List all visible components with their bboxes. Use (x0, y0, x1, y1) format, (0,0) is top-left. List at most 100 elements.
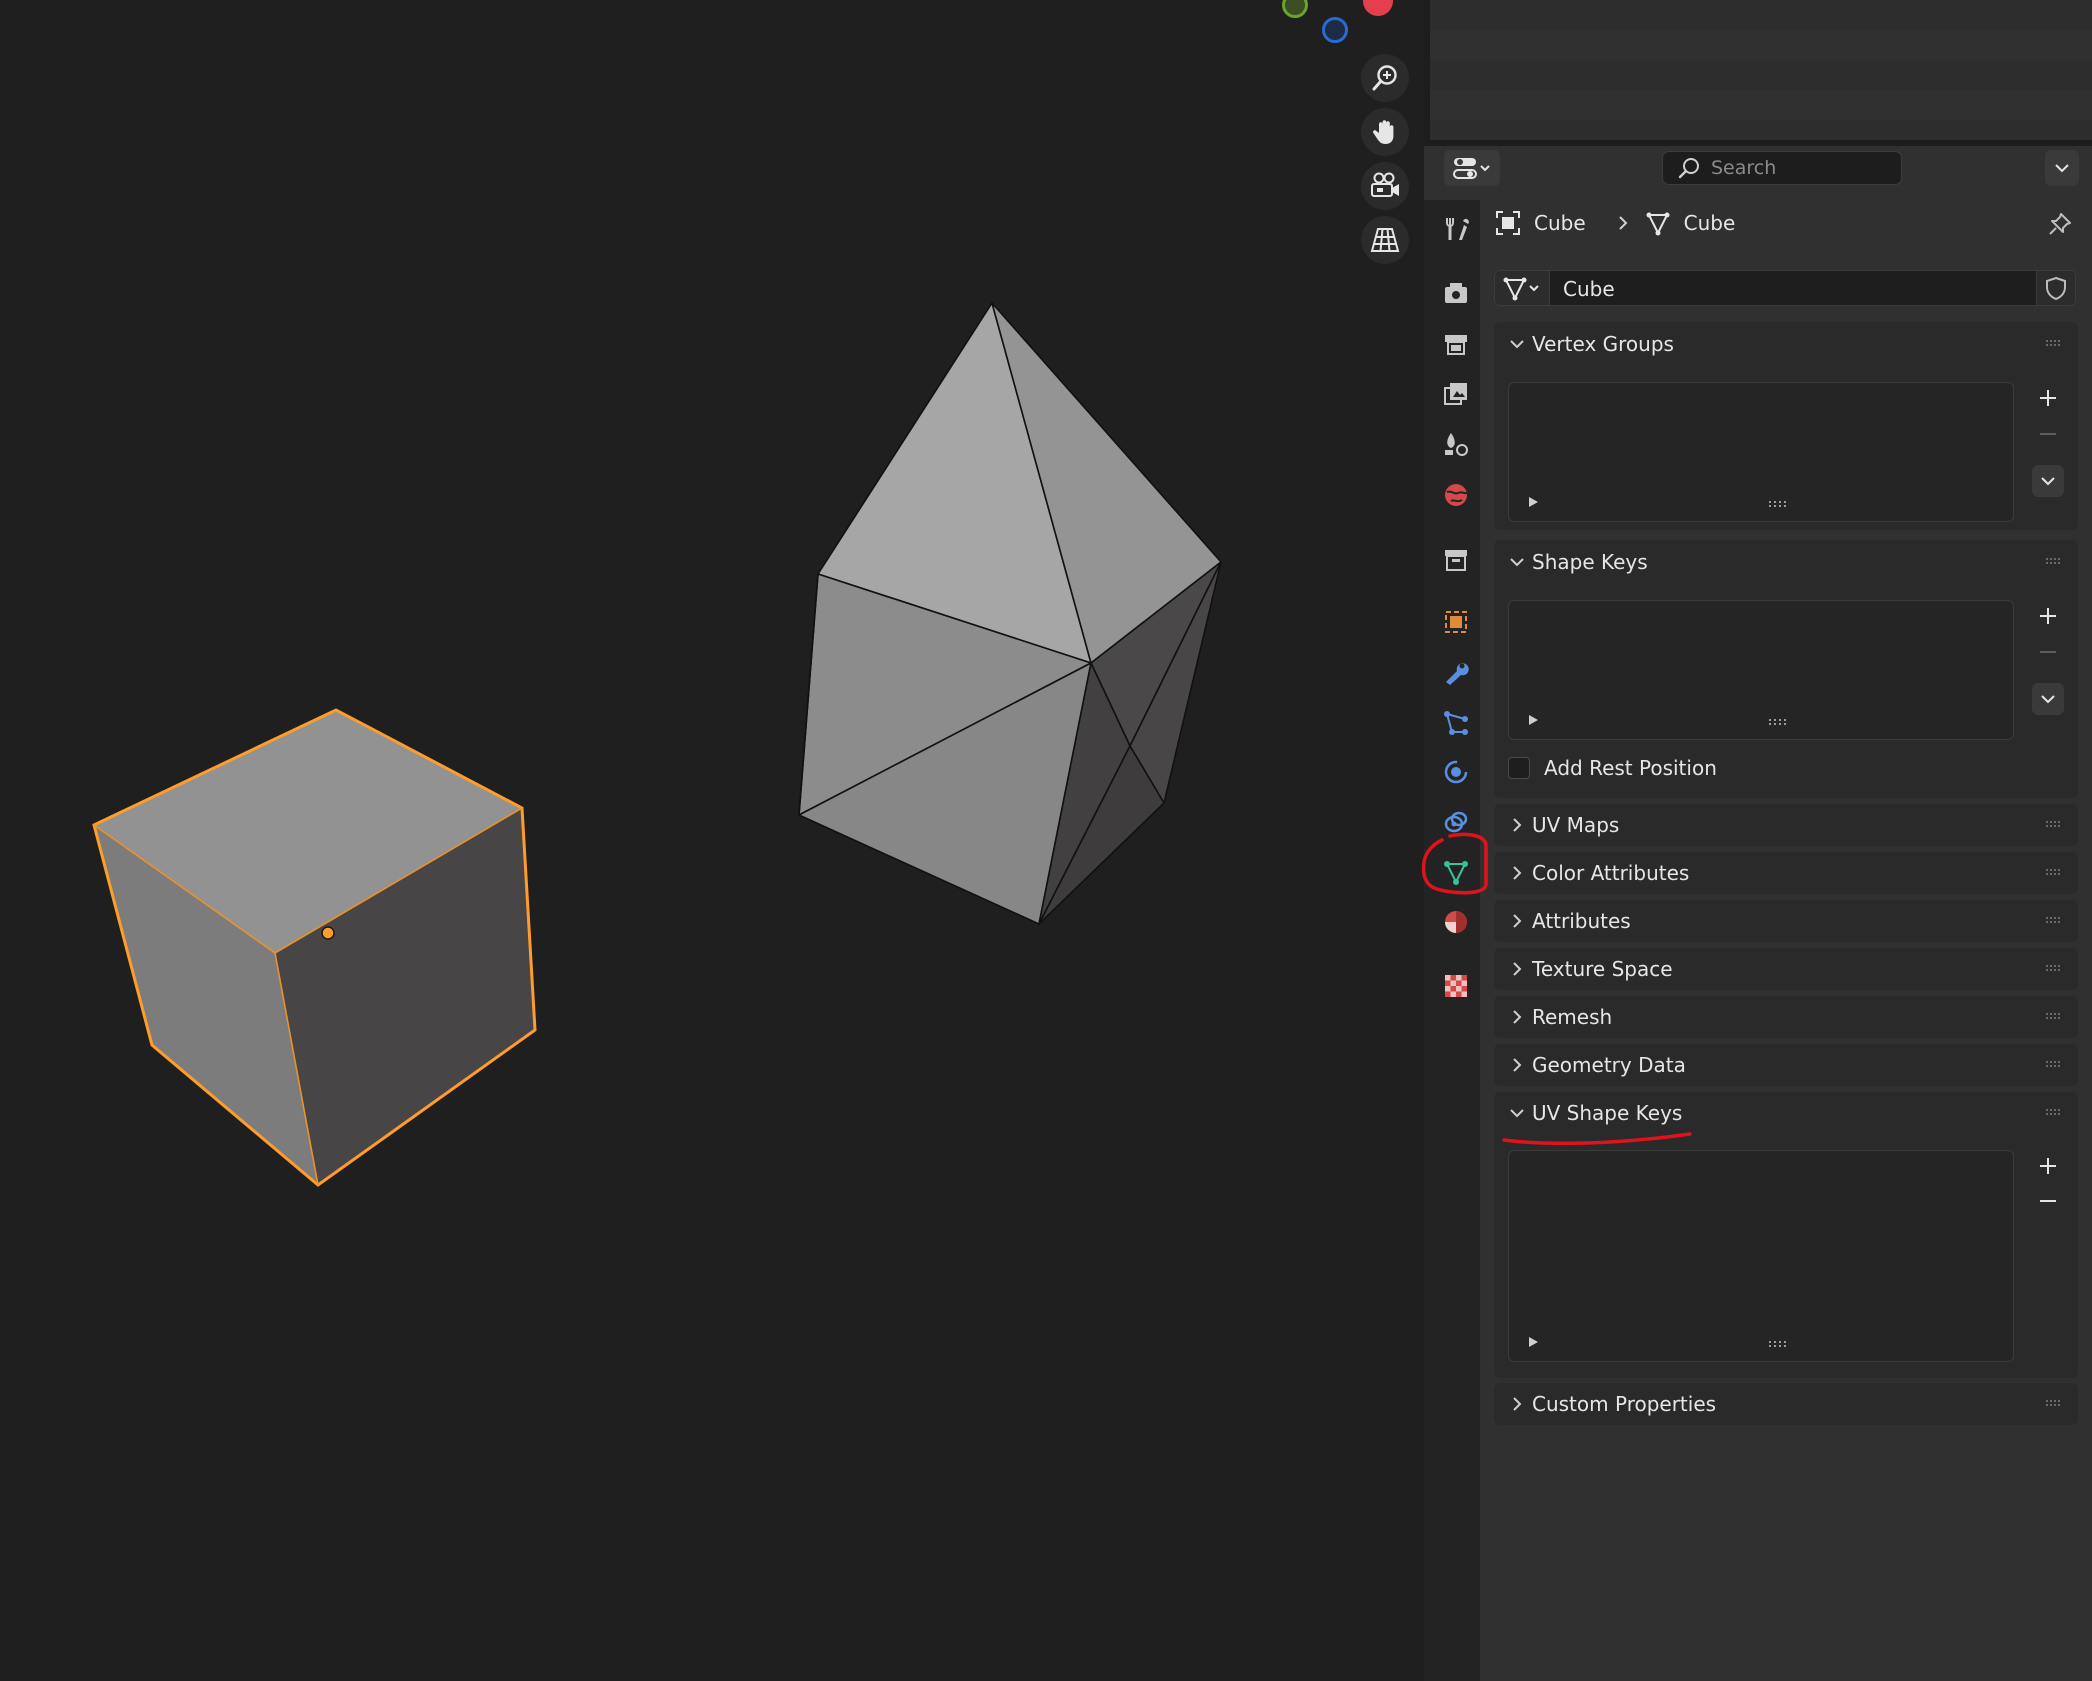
panel-header-remesh[interactable]: Remesh (1494, 996, 2078, 1038)
panel-header-attributes[interactable]: Attributes (1494, 900, 2078, 942)
panel-header-uv-shape-keys[interactable]: UV Shape Keys (1494, 1092, 2078, 1134)
tab-modifiers[interactable] (1430, 649, 1482, 695)
tab-texture[interactable] (1430, 963, 1482, 1009)
pan-button[interactable] (1361, 108, 1409, 156)
panel-title: UV Maps (1532, 813, 1620, 837)
collection-tab-icon (1445, 550, 1467, 571)
selected-cube-object[interactable] (92, 708, 537, 1187)
drag-handle-icon[interactable] (2046, 1109, 2062, 1117)
shape-key-specials-button[interactable] (2032, 683, 2064, 715)
object-tab-icon (1445, 611, 1467, 633)
gizmo-z-axis[interactable] (1322, 17, 1348, 43)
tab-object[interactable] (1430, 599, 1482, 645)
list-resize-handle[interactable] (1769, 1341, 1789, 1349)
camera-view-button[interactable] (1361, 162, 1409, 210)
tab-world[interactable] (1430, 472, 1482, 518)
perspective-grid-icon (1370, 228, 1400, 252)
tab-constraints[interactable] (1430, 799, 1482, 845)
panel-header-uv-maps[interactable]: UV Maps (1494, 804, 2078, 846)
panel-uv-maps[interactable]: UV Maps (1494, 804, 2078, 846)
tab-tool[interactable] (1430, 206, 1482, 252)
panel-header-color-attributes[interactable]: Color Attributes (1494, 852, 2078, 894)
panel-attributes[interactable]: Attributes (1494, 900, 2078, 942)
material-tab-icon (1445, 911, 1467, 933)
tab-scene[interactable] (1430, 421, 1482, 467)
add-rest-position-checkbox[interactable] (1508, 757, 1530, 779)
drag-handle-icon[interactable] (2046, 917, 2062, 925)
tab-particles[interactable] (1430, 700, 1482, 746)
panel-header-vertex-groups[interactable]: Vertex Groups (1494, 322, 2078, 366)
drag-handle-icon[interactable] (2046, 558, 2062, 566)
panel-custom-properties[interactable]: Custom Properties (1494, 1383, 2078, 1425)
crystal-object[interactable] (798, 302, 1222, 925)
chevron-right-icon (1513, 962, 1522, 976)
uv-shape-keys-list[interactable] (1508, 1150, 2014, 1362)
panel-remesh[interactable]: Remesh (1494, 996, 2078, 1038)
panel-header-geometry-data[interactable]: Geometry Data (1494, 1044, 2078, 1086)
fake-user-button[interactable] (2036, 271, 2075, 305)
pin-button[interactable] (2044, 208, 2076, 240)
drag-handle-icon[interactable] (2046, 1013, 2062, 1021)
drag-handle-icon[interactable] (2046, 821, 2062, 829)
3d-viewport[interactable] (0, 0, 1424, 1681)
render-tab-icon (1445, 283, 1467, 303)
tab-physics[interactable] (1430, 749, 1482, 795)
drag-handle-icon[interactable] (2046, 869, 2062, 877)
drag-handle-icon[interactable] (2046, 340, 2062, 348)
plus-icon (2040, 608, 2056, 624)
drag-handle-icon[interactable] (2046, 965, 2062, 973)
add-rest-position-toggle[interactable]: Add Rest Position (1508, 756, 1717, 780)
drag-handle-icon[interactable] (2046, 1400, 2062, 1408)
list-filter-toggle[interactable] (1529, 1337, 1538, 1347)
perspective-toggle-button[interactable] (1361, 216, 1409, 264)
list-filter-toggle[interactable] (1529, 715, 1538, 725)
drag-handle-icon[interactable] (2046, 1061, 2062, 1069)
shape-keys-list[interactable] (1508, 600, 2014, 740)
panel-texture-space[interactable]: Texture Space (1494, 948, 2078, 990)
tab-output[interactable] (1430, 321, 1482, 367)
panel-header-custom-properties[interactable]: Custom Properties (1494, 1383, 2078, 1425)
add-shape-key-button[interactable] (2032, 600, 2064, 632)
list-resize-handle[interactable] (1769, 501, 1789, 509)
tab-view-layer[interactable] (1430, 371, 1482, 417)
editor-type-button[interactable] (1444, 150, 1500, 186)
options-dropdown-button[interactable] (2045, 150, 2079, 186)
panel-header-texture-space[interactable]: Texture Space (1494, 948, 2078, 990)
outliner-row (1430, 30, 2092, 60)
remove-shape-key-button[interactable] (2032, 636, 2064, 668)
chevron-right-icon (1513, 1058, 1522, 1072)
object-icon (1496, 211, 1520, 235)
chevron-down-icon (1510, 558, 1524, 567)
search-input[interactable]: Search (1662, 151, 1902, 185)
add-uv-shape-key-button[interactable] (2032, 1150, 2064, 1182)
add-vertex-group-button[interactable] (2032, 382, 2064, 414)
outliner-area[interactable] (1430, 0, 2092, 140)
browse-mesh-button[interactable] (1495, 271, 1550, 305)
mesh-name-field[interactable]: Cube (1563, 277, 1615, 301)
panel-title: Shape Keys (1532, 550, 1648, 574)
remove-vertex-group-button[interactable] (2032, 418, 2064, 450)
chevron-right-icon (1513, 914, 1522, 928)
tab-collection[interactable] (1430, 537, 1482, 583)
remove-uv-shape-key-button[interactable] (2032, 1185, 2064, 1217)
mesh-datablock-selector[interactable]: Cube (1494, 270, 2076, 306)
panel-title: Remesh (1532, 1005, 1613, 1029)
chevron-right-icon (1513, 866, 1522, 880)
list-filter-toggle[interactable] (1529, 497, 1538, 507)
chevron-down-icon (2055, 164, 2069, 173)
tab-mesh-data[interactable] (1430, 849, 1482, 895)
tab-material[interactable] (1430, 899, 1482, 945)
panel-geometry-data[interactable]: Geometry Data (1494, 1044, 2078, 1086)
panel-vertex-groups: Vertex Groups (1494, 322, 2078, 530)
tab-render[interactable] (1430, 270, 1482, 316)
vertex-group-specials-button[interactable] (2032, 465, 2064, 497)
mesh-icon (1646, 212, 1670, 236)
scene-render[interactable] (0, 0, 1424, 1681)
vertex-groups-list[interactable] (1508, 382, 2014, 522)
tool-tab-icon (1446, 218, 1469, 240)
zoom-button[interactable] (1361, 54, 1409, 102)
panel-color-attributes[interactable]: Color Attributes (1494, 852, 2078, 894)
chevron-right-icon (1513, 1010, 1522, 1024)
list-resize-handle[interactable] (1769, 719, 1789, 727)
panel-header-shape-keys[interactable]: Shape Keys (1494, 540, 2078, 584)
